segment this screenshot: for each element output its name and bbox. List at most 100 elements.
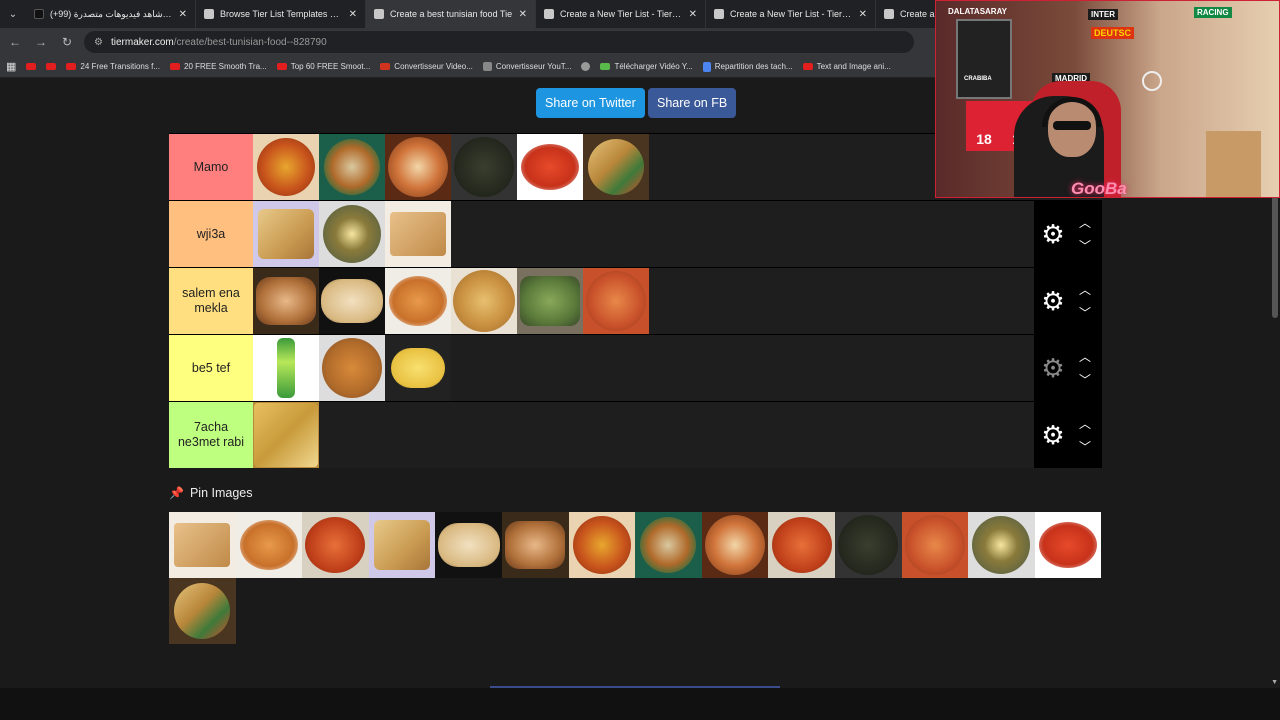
chevron-down-icon[interactable]: ﹀ (1079, 438, 1091, 455)
tab-3[interactable]: Create a best tunisian food Tie ✕ (366, 0, 536, 28)
close-icon[interactable]: ✕ (689, 9, 697, 20)
food-item[interactable] (968, 512, 1035, 578)
food-item[interactable] (1034, 512, 1102, 578)
chevron-up-icon[interactable]: ︿ (1079, 214, 1091, 231)
chevron-up-icon[interactable]: ︿ (1079, 281, 1091, 298)
food-item[interactable] (517, 134, 583, 200)
url-host: tiermaker.com (110, 36, 174, 48)
food-item[interactable] (302, 512, 369, 578)
chevron-up-icon[interactable]: ︿ (1079, 348, 1091, 365)
back-button[interactable]: ← (6, 33, 24, 51)
tier-label[interactable]: be5 tef (169, 335, 253, 401)
food-item[interactable] (319, 134, 385, 200)
tier-controls: ⚙ ︿ ﹀ (1034, 268, 1102, 334)
url-input[interactable]: ⚙ tiermaker.com/create/best-tunisian-foo… (84, 31, 914, 53)
tier-label[interactable]: 7acha ne3met rabi (169, 402, 253, 468)
bookmark-item[interactable]: Repartition des tach... (702, 61, 793, 72)
scroll-down-icon[interactable]: ▼ (1271, 679, 1278, 686)
scrollbar-thumb[interactable] (1272, 178, 1278, 318)
reload-button[interactable]: ↻ (58, 33, 76, 51)
tab-4[interactable]: Create a New Tier List - TierMa ✕ (536, 0, 706, 28)
forward-button[interactable]: → (32, 33, 50, 51)
scarf-sign: RACING (1194, 7, 1232, 18)
tier-controls: ⚙ ︿ ﹀ (1034, 402, 1102, 468)
tab-title: Browse Tier List Templates by C (220, 9, 343, 19)
food-item[interactable] (385, 268, 451, 334)
food-item[interactable] (451, 268, 517, 334)
food-item[interactable] (253, 201, 319, 267)
close-icon[interactable]: ✕ (349, 9, 357, 20)
food-item[interactable] (319, 335, 385, 401)
close-icon[interactable]: ✕ (519, 9, 527, 20)
food-item[interactable] (768, 512, 835, 578)
food-item[interactable] (235, 512, 303, 578)
tier-row: salem ena mekla ⚙ ︿ ﹀ (169, 267, 1102, 334)
food-item[interactable] (385, 201, 451, 267)
bookmark-item[interactable]: Télécharger Vidéo Y... (600, 62, 693, 71)
gear-icon[interactable]: ⚙ (1036, 201, 1070, 267)
bookmark-item[interactable]: 20 FREE Smooth Tra... (170, 62, 267, 71)
tab-2[interactable]: Browse Tier List Templates by C ✕ (196, 0, 366, 28)
site-info-icon[interactable]: ⚙ (94, 37, 103, 48)
youtube-icon (26, 63, 37, 70)
tab-1[interactable]: (+99) شاهد فيديوهات متصدرة | k ✕ (26, 0, 196, 28)
food-item[interactable] (319, 201, 385, 267)
food-item[interactable] (368, 512, 436, 578)
tab-5[interactable]: Create a New Tier List - TierMa ✕ (706, 0, 876, 28)
bookmark-item[interactable]: Text and Image ani... (802, 62, 891, 71)
food-item[interactable] (583, 268, 649, 334)
close-icon[interactable]: ✕ (179, 9, 187, 20)
tier-label[interactable]: Mamo (169, 134, 253, 200)
food-item[interactable] (253, 268, 319, 334)
chevron-down-icon[interactable]: ﹀ (1079, 371, 1091, 388)
food-item[interactable] (834, 512, 902, 578)
gear-icon[interactable]: ⚙ (1036, 402, 1070, 468)
food-item[interactable] (635, 512, 702, 578)
bookmark-label: 20 FREE Smooth Tra... (184, 62, 267, 71)
framed-poster (956, 19, 1012, 99)
food-item[interactable] (701, 512, 769, 578)
food-item[interactable] (901, 512, 969, 578)
chevron-down-icon[interactable]: ﹀ (1079, 304, 1091, 321)
apps-grid-icon[interactable]: ▦ (6, 60, 16, 73)
food-item[interactable] (169, 578, 236, 644)
close-icon[interactable]: ✕ (859, 9, 867, 20)
pin-images-heading: 📌 Pin Images (169, 486, 252, 500)
food-item[interactable] (451, 134, 517, 200)
food-item[interactable] (385, 134, 451, 200)
bookmark-item[interactable]: Top 60 FREE Smoot... (276, 62, 371, 71)
chevron-down-icon[interactable]: ﹀ (1079, 237, 1091, 254)
food-item[interactable] (583, 134, 649, 200)
share-twitter-button[interactable]: Share on Twitter (536, 88, 645, 118)
bookmark-item[interactable] (26, 63, 37, 70)
youtube-icon (802, 63, 813, 70)
food-item[interactable] (319, 268, 385, 334)
bookmark-item[interactable]: Convertisseur YouT... (482, 62, 571, 71)
food-item[interactable] (435, 512, 502, 578)
tiermaker-icon (204, 9, 214, 19)
tier-label[interactable]: salem ena mekla (169, 268, 253, 334)
food-item[interactable] (253, 402, 319, 468)
bookmark-item[interactable]: Convertisseur Video... (380, 62, 473, 71)
tier-controls: ⚙ ︿ ﹀ (1034, 201, 1102, 267)
food-item[interactable] (568, 512, 636, 578)
bookmark-label: Top 60 FREE Smoot... (290, 62, 371, 71)
scarf-sign: DEUTSC (1091, 27, 1135, 39)
food-item[interactable] (169, 512, 236, 578)
chevron-up-icon[interactable]: ︿ (1079, 415, 1091, 432)
food-item[interactable] (385, 335, 451, 401)
bookmark-item[interactable] (581, 62, 591, 71)
bookmark-item[interactable]: 24 Free Transitions f... (66, 62, 160, 71)
food-item[interactable] (253, 335, 319, 401)
gear-icon[interactable]: ⚙ (1036, 335, 1070, 401)
tab-search-button[interactable]: ⌄ (0, 0, 26, 28)
food-item[interactable] (517, 268, 583, 334)
webcam-overlay: CRABIBA 18 19 DALATASARAY INTER DEUTSC M… (935, 0, 1280, 198)
food-item[interactable] (253, 134, 319, 200)
bookmark-item[interactable] (46, 63, 57, 70)
youtube-icon (46, 63, 57, 70)
gear-icon[interactable]: ⚙ (1036, 268, 1070, 334)
food-item[interactable] (501, 512, 569, 578)
share-fb-button[interactable]: Share on FB (648, 88, 737, 118)
tier-label[interactable]: wji3a (169, 201, 253, 267)
